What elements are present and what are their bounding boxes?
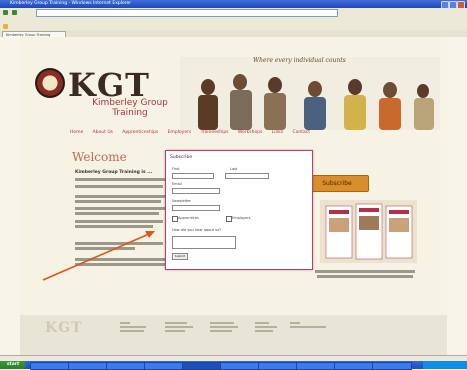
text-line [75,242,163,245]
comments-label: How did you hear about us? [172,228,221,232]
tab-label: Kimberley Group Training [6,32,51,37]
text-line [75,200,161,203]
forward-icon[interactable] [12,10,17,15]
footer-column [290,320,330,328]
site-tagline: Kimberley Group Training [92,98,168,118]
first-name-label: First [172,167,180,171]
footer-column [120,320,150,332]
text-line [75,207,165,210]
apprentices-label: Apprentices [178,216,199,220]
nav-item-contact[interactable]: Contact [293,130,311,135]
text-line [75,220,163,223]
text-line [317,275,413,278]
newsletter-label: Newsletter [172,199,191,203]
nav-item-workshops[interactable]: Workshops [238,130,263,135]
text-line [75,247,135,250]
nav-item-employers[interactable]: Employers [168,130,192,135]
logo-emblem [35,68,65,98]
text-line [75,225,153,228]
text-line [75,178,165,181]
footer-column [255,320,280,332]
newsletter-field[interactable] [172,205,220,211]
submit-button[interactable]: Submit [172,253,188,260]
subscribe-button[interactable]: Subscribe [305,175,369,192]
nav-item-apprenticeships[interactable]: Apprenticeships [122,130,158,135]
nav-item-links[interactable]: Links [272,130,284,135]
site-nav: Home About Us Apprenticeships Employers … [70,129,390,137]
window-titlebar: Kimberley Group Training - Windows Inter… [0,0,467,9]
header-caption: Where every individual counts [253,57,346,64]
comments-textarea[interactable] [172,236,236,249]
last-name-label: Last [230,167,238,171]
email-field[interactable] [172,188,220,194]
nav-item-home[interactable]: Home [70,130,83,135]
brochure-image[interactable] [320,200,417,263]
brochure-caption [310,268,420,280]
footer-column [210,320,240,332]
favorites-icon[interactable] [3,24,8,29]
back-icon[interactable] [3,10,8,15]
content-heading: Kimberley Group Training is ... [75,170,153,175]
nav-item-about[interactable]: About Us [93,130,113,135]
footer-column [165,320,195,332]
url-input[interactable] [36,9,338,17]
system-tray [423,361,467,369]
last-name-field[interactable] [225,173,269,179]
page-title: Welcome [72,150,127,164]
text-line [315,270,415,273]
text-line [75,212,159,215]
text-line [75,185,163,188]
start-button[interactable]: start [0,361,26,369]
dialog-title: Subscribe [170,155,193,160]
window-title: Kimberley Group Training - Windows Inter… [10,1,132,6]
employers-label: Employers [232,216,251,220]
nav-item-traineeships[interactable]: Traineeships [201,130,229,135]
footer-logo: KGT [45,320,83,336]
header-people-image [180,57,440,130]
email-label: Email [172,182,182,186]
text-line [75,195,165,198]
first-name-field[interactable] [172,173,214,179]
